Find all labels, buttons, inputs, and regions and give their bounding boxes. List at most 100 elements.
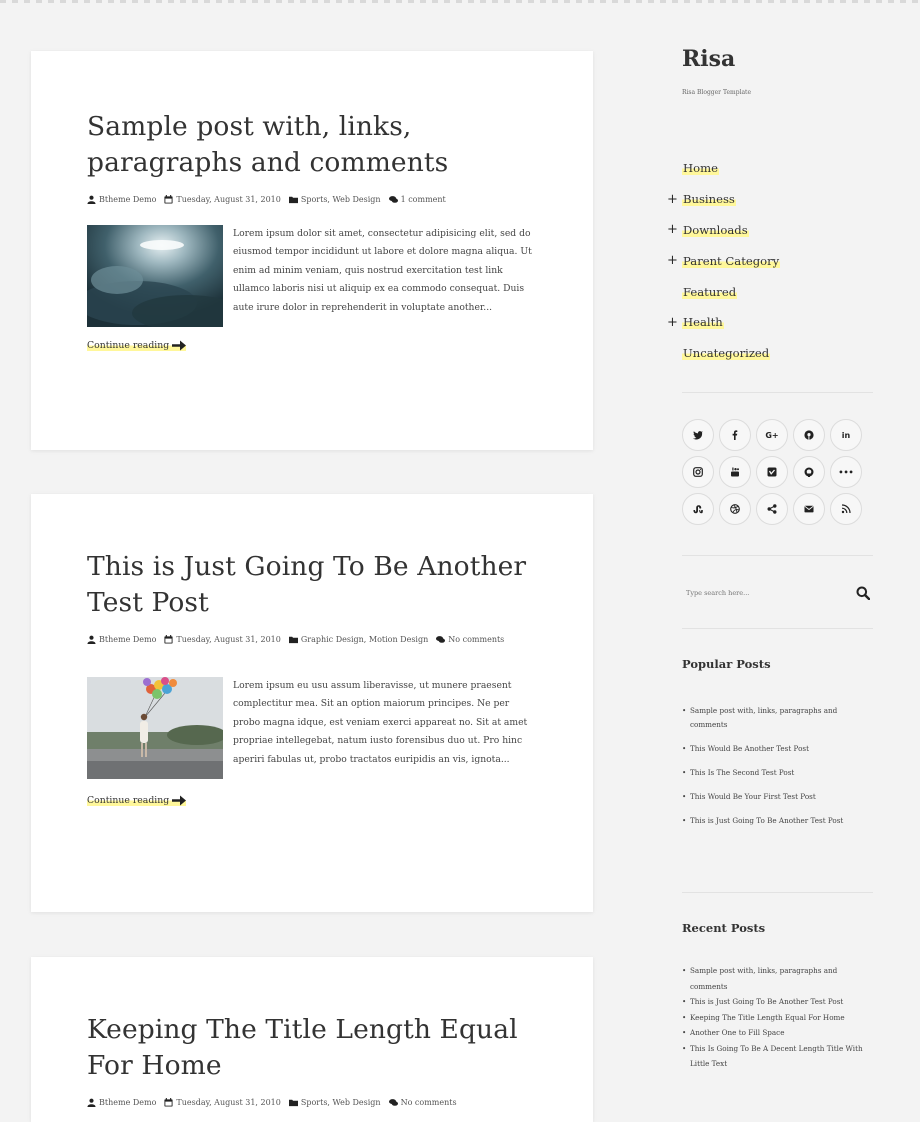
comments-icon <box>436 636 446 643</box>
menu-item-label: Uncategorized <box>682 346 771 361</box>
menu-item-business[interactable]: + Business <box>664 184 884 215</box>
expand-icon[interactable]: + <box>664 253 682 268</box>
sidebar: Risa Risa Blogger Template +Home +Busine… <box>664 0 884 1122</box>
post-comments[interactable]: 1 comment <box>388 195 446 204</box>
post-author-name: Btheme Demo <box>99 1098 157 1107</box>
post-comments-text: 1 comment <box>400 195 446 204</box>
category-menu: +Home +Business +Downloads +Parent Categ… <box>664 153 884 369</box>
divider <box>682 555 873 556</box>
pinterest-icon[interactable] <box>793 419 825 451</box>
googleplus-icon[interactable]: G+ <box>756 419 788 451</box>
post-title[interactable]: Sample post with, links, paragraphs and … <box>87 109 487 181</box>
post-labels[interactable]: Sports, Web Design <box>288 195 381 204</box>
dribbble-icon[interactable] <box>719 493 751 525</box>
list-item[interactable]: This is Just Going To Be Another Test Po… <box>682 994 874 1010</box>
search-form <box>682 580 874 606</box>
post-title[interactable]: Keeping The Title Length Equal For Home <box>87 1012 527 1084</box>
expand-icon[interactable]: + <box>664 315 682 330</box>
post-author-name: Btheme Demo <box>99 635 157 644</box>
email-icon[interactable] <box>793 493 825 525</box>
continue-reading-label: Continue reading <box>87 340 170 351</box>
list-item[interactable]: Sample post with, links, paragraphs and … <box>682 963 874 994</box>
post-card: This is Just Going To Be Another Test Po… <box>31 494 593 912</box>
post-author[interactable]: Btheme Demo <box>87 195 156 204</box>
linkedin-icon[interactable]: in <box>830 419 862 451</box>
search-icon[interactable] <box>856 586 870 600</box>
folder-icon <box>288 1099 298 1107</box>
recent-posts-list: Sample post with, links, paragraphs and … <box>682 963 874 1072</box>
menu-item-home[interactable]: +Home <box>664 153 884 184</box>
post-date: Tuesday, August 31, 2010 <box>164 195 281 204</box>
post-meta: Btheme Demo Tuesday, August 31, 2010 Spo… <box>87 195 537 204</box>
list-item[interactable]: Sample post with, links, paragraphs and … <box>682 704 874 732</box>
googleplus-icon-text: G+ <box>765 430 779 440</box>
post-date-text: Tuesday, August 31, 2010 <box>176 635 281 644</box>
folder-icon <box>288 636 298 644</box>
post-labels-text: Sports, Web Design <box>300 1098 381 1107</box>
facebook-icon[interactable] <box>719 419 751 451</box>
list-item[interactable]: This Is Going To Be A Decent Length Titl… <box>682 1041 874 1072</box>
blog-description: Risa Blogger Template <box>682 89 752 96</box>
post-comments-text: No comments <box>400 1098 457 1107</box>
continue-reading-link[interactable]: Continue reading <box>87 340 187 351</box>
linkedin-icon-text: in <box>841 430 851 440</box>
rss-icon[interactable] <box>830 493 862 525</box>
list-item[interactable]: Keeping The Title Length Equal For Home <box>682 1010 874 1026</box>
post-comments[interactable]: No comments <box>436 635 504 644</box>
github-icon[interactable] <box>793 456 825 488</box>
youtube-icon[interactable] <box>719 456 751 488</box>
menu-item-label: Business <box>682 192 736 207</box>
stumbleupon-icon[interactable] <box>682 493 714 525</box>
divider <box>682 892 873 893</box>
list-item[interactable]: This is Just Going To Be Another Test Po… <box>682 814 874 828</box>
menu-item-parent-category[interactable]: + Parent Category <box>664 245 884 276</box>
post-author[interactable]: Btheme Demo <box>87 635 156 644</box>
post-title[interactable]: This is Just Going To Be Another Test Po… <box>87 549 527 621</box>
calendar-icon <box>164 635 173 644</box>
search-input[interactable] <box>682 589 832 597</box>
post-date: Tuesday, August 31, 2010 <box>164 1098 281 1107</box>
arrow-right-icon <box>172 340 187 351</box>
recent-posts-title: Recent Posts <box>682 921 766 935</box>
expand-icon[interactable]: + <box>664 192 682 207</box>
post-body: Lorem ipsum eu usu assum liberavisse, ut… <box>87 677 537 779</box>
expand-icon[interactable]: + <box>664 222 682 237</box>
post-labels[interactable]: Graphic Design, Motion Design <box>288 635 429 644</box>
popular-posts-title: Popular Posts <box>682 657 771 671</box>
post-comments[interactable]: No comments <box>388 1098 457 1107</box>
post-meta: Btheme Demo Tuesday, August 31, 2010 Gra… <box>87 635 537 644</box>
menu-item-label: Downloads <box>682 222 749 237</box>
post-comments-text: No comments <box>448 635 505 644</box>
post-excerpt: Lorem ipsum eu usu assum liberavisse, ut… <box>233 680 528 765</box>
menu-item-uncategorized[interactable]: +Uncategorized <box>664 338 884 369</box>
folder-icon <box>288 196 298 204</box>
post-labels-text: Graphic Design, Motion Design <box>300 635 429 644</box>
twitter-icon[interactable] <box>682 419 714 451</box>
vimeo-icon[interactable] <box>756 456 788 488</box>
list-item[interactable]: This Would Be Another Test Post <box>682 742 874 756</box>
post-author-name: Btheme Demo <box>99 195 157 204</box>
continue-reading-link[interactable]: Continue reading <box>87 795 187 806</box>
menu-item-label: Featured <box>682 284 738 299</box>
menu-item-featured[interactable]: +Featured <box>664 276 884 307</box>
blog-title[interactable]: Risa <box>682 46 735 72</box>
post-excerpt: Lorem ipsum dolor sit amet, consectetur … <box>233 228 532 313</box>
menu-item-health[interactable]: + Health <box>664 307 884 338</box>
flickr-icon[interactable]: ••• <box>830 456 862 488</box>
post-labels[interactable]: Sports, Web Design <box>288 1098 381 1107</box>
post-thumbnail-balloons[interactable] <box>87 677 223 779</box>
user-icon <box>87 1098 96 1107</box>
list-item[interactable]: Another One to Fill Space <box>682 1025 874 1041</box>
list-item[interactable]: This Is The Second Test Post <box>682 766 874 780</box>
post-author[interactable]: Btheme Demo <box>87 1098 156 1107</box>
comments-icon <box>388 1099 398 1106</box>
post-thumbnail-clouds[interactable] <box>87 225 223 327</box>
menu-item-label: Home <box>682 161 719 176</box>
user-icon <box>87 195 96 204</box>
menu-item-downloads[interactable]: + Downloads <box>664 215 884 246</box>
comments-icon <box>388 196 398 203</box>
post-date: Tuesday, August 31, 2010 <box>164 635 281 644</box>
instagram-icon[interactable] <box>682 456 714 488</box>
share-icon[interactable] <box>756 493 788 525</box>
list-item[interactable]: This Would Be Your First Test Post <box>682 790 874 804</box>
